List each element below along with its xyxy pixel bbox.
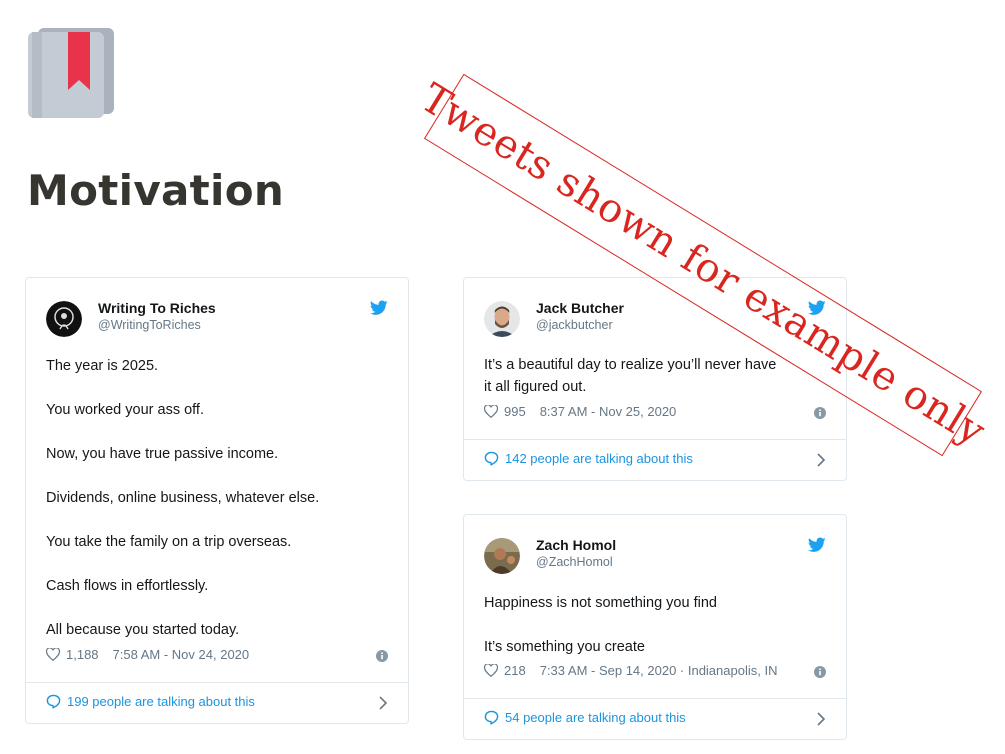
tweet-paragraph: You take the family on a trip overseas. [46, 534, 292, 550]
chevron-right-icon[interactable] [816, 453, 826, 467]
chevron-right-icon[interactable] [378, 696, 388, 710]
like-count[interactable]: 995 [504, 404, 526, 419]
tweet-paragraph: It’s something you create [484, 639, 645, 655]
tweet-paragraph: It’s a beautiful day to realize you’ll n… [484, 357, 777, 395]
author-name[interactable]: Writing To Riches [98, 300, 216, 316]
comment-bubble-icon [484, 710, 499, 725]
like-count[interactable]: 218 [504, 663, 526, 678]
tweet-meta: 218 7:33 AM - Sep 14, 2020 · Indianapolis… [484, 663, 826, 683]
heart-icon[interactable] [484, 405, 498, 418]
tweet-meta: 1,188 7:58 AM - Nov 24, 2020 [46, 647, 388, 667]
tweet-paragraph: You worked your ass off. [46, 402, 204, 418]
bookmark-book-icon [28, 28, 114, 118]
conversation-count[interactable]: 142 people are talking about this [505, 451, 693, 466]
divider [26, 682, 408, 683]
tweet-header: Writing To Riches @WritingToRiches [46, 298, 388, 338]
author-handle[interactable]: @ZachHomol [536, 555, 613, 569]
tweet-card-zach-homol[interactable]: Zach Homol @ZachHomol Happiness is not s… [463, 514, 847, 740]
divider [464, 439, 846, 440]
info-icon[interactable] [814, 666, 826, 678]
avatar[interactable] [484, 301, 520, 337]
tweet-timestamp[interactable]: 7:58 AM - Nov 24, 2020 [113, 647, 250, 662]
tweet-card-writing-to-riches[interactable]: Writing To Riches @WritingToRiches The y… [25, 277, 409, 724]
conversation-count[interactable]: 54 people are talking about this [505, 710, 686, 725]
heart-icon[interactable] [46, 648, 60, 661]
tweet-timestamp[interactable]: 8:37 AM - Nov 25, 2020 [540, 404, 677, 419]
info-icon[interactable] [376, 650, 388, 662]
author-handle[interactable]: @jackbutcher [536, 318, 613, 332]
info-icon[interactable] [814, 407, 826, 419]
author-handle[interactable]: @WritingToRiches [98, 318, 201, 332]
tweet-text: The year is 2025. You worked your ass of… [46, 355, 388, 641]
page-title: Motivation [27, 166, 285, 215]
twitter-bird-icon[interactable] [370, 300, 388, 316]
conversation-link[interactable]: 199 people are talking about this [46, 694, 388, 716]
twitter-bird-icon[interactable] [808, 537, 826, 553]
tweet-paragraph: The year is 2025. [46, 358, 159, 374]
tweet-paragraph: Dividends, online business, whatever els… [46, 490, 320, 506]
author-name[interactable]: Zach Homol [536, 537, 616, 553]
heart-icon[interactable] [484, 664, 498, 677]
tweet-timestamp[interactable]: 7:33 AM - Sep 14, 2020 · Indianapolis, I… [540, 663, 778, 678]
chevron-right-icon[interactable] [816, 712, 826, 726]
like-count[interactable]: 1,188 [66, 647, 99, 662]
avatar[interactable] [46, 301, 82, 337]
conversation-count[interactable]: 199 people are talking about this [67, 694, 255, 709]
author-name[interactable]: Jack Butcher [536, 300, 624, 316]
tweet-paragraph: Cash flows in effortlessly. [46, 578, 209, 594]
tweet-paragraph: Happiness is not something you find [484, 595, 717, 611]
conversation-link[interactable]: 54 people are talking about this [484, 710, 826, 732]
tweet-meta: 995 8:37 AM - Nov 25, 2020 [484, 404, 826, 424]
tweet-text: Happiness is not something you find It’s… [484, 592, 826, 658]
tweet-paragraph: All because you started today. [46, 622, 240, 638]
comment-bubble-icon [46, 694, 61, 709]
divider [464, 698, 846, 699]
conversation-link[interactable]: 142 people are talking about this [484, 451, 826, 473]
tweet-header: Zach Homol @ZachHomol [484, 535, 826, 575]
tweet-text: It’s a beautiful day to realize you’ll n… [484, 354, 786, 398]
tweet-paragraph: Now, you have true passive income. [46, 446, 279, 462]
avatar[interactable] [484, 538, 520, 574]
comment-bubble-icon [484, 451, 499, 466]
